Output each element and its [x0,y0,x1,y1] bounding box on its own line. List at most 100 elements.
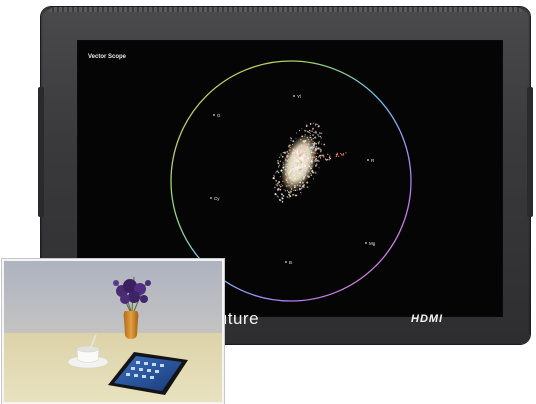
trace-point [320,150,322,153]
trace-point [289,190,292,193]
trace-point [305,165,308,167]
trace-point [343,154,345,156]
trace-point [303,154,305,156]
trace-point [294,150,296,152]
trace-point [300,138,302,141]
trace-point [314,125,317,127]
trace-point [308,140,311,143]
trace-point [319,132,321,134]
trace-point [272,177,275,180]
trace-point [294,189,297,192]
trace-point [315,156,318,158]
trace-point [309,132,311,134]
trace-point [320,143,322,145]
trace-point [293,169,296,171]
hdmi-label: HDMI [411,313,444,325]
trace-point [336,154,338,156]
trace-point [311,162,313,165]
trace-point [287,153,289,155]
trace-point [279,185,282,188]
trace-point [306,136,309,139]
trace-point [297,162,300,165]
trace-point [282,180,284,183]
trace-point [300,161,303,164]
trace-point [298,158,301,161]
trace-point [300,168,302,170]
trace-point [316,152,318,154]
trace-point [314,136,317,139]
trace-point [283,188,285,191]
trace-point [298,157,300,158]
trace-point [303,183,306,187]
trace-point [301,135,304,138]
trace-point [324,158,327,160]
trace-point [295,137,297,139]
trace-point [312,140,314,142]
trace-point [287,173,291,176]
trace-point [286,160,289,162]
trace-point [301,181,304,184]
target-cy-label: Cy [214,196,220,201]
trace-point [296,184,299,186]
trace-point [290,139,292,142]
trace-point [314,171,317,174]
trace-point [276,185,278,187]
trace-point [314,131,316,133]
trace-point [319,154,321,157]
trace-point [296,189,298,191]
trace-point [303,145,306,147]
trace-point [312,171,314,174]
trace-point [285,163,288,166]
trace-point [312,148,314,150]
trace-point [300,191,302,193]
trace-point [279,199,282,202]
trace-point [341,154,343,156]
target-cy-dot [210,197,212,199]
trace-point [286,151,289,153]
trace-point [276,182,279,185]
trace-point [280,184,282,186]
trace-point [274,172,276,174]
trace-point [287,158,290,160]
trace-point [342,153,345,155]
trace-point [303,168,305,170]
trace-point [290,172,292,174]
trace-point [340,152,342,155]
trace-point [301,185,304,188]
trace-point [311,130,313,132]
trace-point [299,185,301,187]
side-button-right[interactable] [527,87,533,217]
trace-point [298,149,301,151]
trace-point [304,173,307,175]
trace-point [310,146,313,149]
trace-point [288,149,291,152]
trace-point [304,134,306,136]
trace-point [281,155,284,158]
trace-point [309,156,311,158]
trace-point [278,164,281,167]
trace-point [317,147,320,150]
target-g-dot [213,114,215,116]
trace-point [300,157,303,159]
trace-point [278,181,281,183]
trace-point [309,123,312,125]
trace-point [310,150,312,152]
side-button-left[interactable] [38,87,44,217]
trace-point [320,149,323,152]
trace-point [327,153,329,155]
monitor-top-edge [49,7,522,12]
trace-point [284,159,287,162]
trace-point [299,130,301,132]
table-surface [4,333,222,402]
trace-point [315,165,317,167]
trace-point [278,156,281,158]
trace-point [312,144,315,146]
trace-point [289,195,292,198]
trace-point [312,127,314,130]
target-r-dot [367,159,369,161]
trace-point [293,194,295,196]
trace-point [298,171,300,173]
trace-point [305,158,307,160]
trace-point [306,150,309,152]
trace-point [318,167,320,169]
